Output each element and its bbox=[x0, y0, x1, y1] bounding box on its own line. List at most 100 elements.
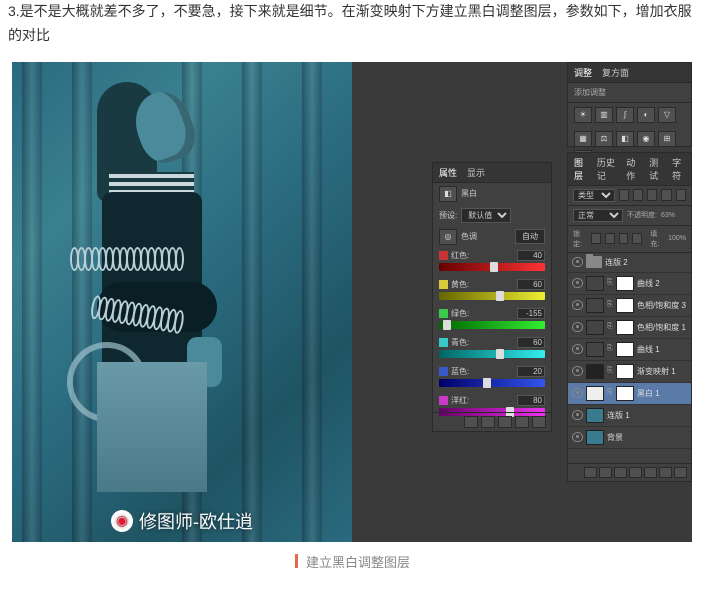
slider-track[interactable] bbox=[439, 263, 545, 271]
adjustments-panel-header[interactable]: 调整 复方面 bbox=[568, 63, 691, 83]
brightness-contrast-icon[interactable]: ☀ bbox=[574, 107, 592, 123]
slider-value-input[interactable]: 80 bbox=[517, 395, 545, 406]
layer-name-label[interactable]: 连版 1 bbox=[607, 410, 630, 421]
slider-value-input[interactable]: 60 bbox=[517, 337, 545, 348]
visibility-eye-icon[interactable] bbox=[572, 300, 583, 310]
delete-layer-icon[interactable] bbox=[674, 467, 687, 478]
delete-adjustment-icon[interactable] bbox=[532, 416, 546, 428]
levels-icon[interactable]: ▥ bbox=[595, 107, 613, 123]
visibility-eye-icon[interactable] bbox=[572, 278, 583, 288]
visibility-eye-icon[interactable] bbox=[572, 432, 583, 442]
vibrance-icon[interactable]: ▽ bbox=[658, 107, 676, 123]
layer-name-label[interactable]: 曲线 1 bbox=[637, 344, 660, 355]
layer-row[interactable]: ⎘色相/饱和度 3 bbox=[568, 295, 691, 317]
properties-tab2[interactable]: 显示 bbox=[467, 166, 485, 179]
blend-mode-select[interactable]: 正常 bbox=[573, 209, 623, 222]
opacity-value[interactable]: 63% bbox=[661, 212, 675, 219]
visibility-eye-icon[interactable] bbox=[572, 344, 583, 354]
adjustments-tab[interactable]: 调整 bbox=[574, 66, 592, 79]
adjustments-icons-row1: ☀ ▥ ∫ ◐ ▽ bbox=[568, 103, 691, 127]
filter-smart-icon[interactable] bbox=[676, 189, 686, 201]
visibility-eye-icon[interactable] bbox=[572, 257, 583, 267]
layer-name-label[interactable]: 渐变映射 1 bbox=[637, 366, 676, 377]
reset-icon[interactable] bbox=[498, 416, 512, 428]
character-tab[interactable]: 字符 bbox=[672, 156, 685, 182]
color-balance-icon[interactable]: ⚖ bbox=[595, 131, 613, 147]
view-previous-icon[interactable] bbox=[481, 416, 495, 428]
tint-target-icon[interactable]: ◎ bbox=[439, 229, 457, 245]
layer-name-label[interactable]: 黑白 1 bbox=[637, 388, 660, 399]
exposure-icon[interactable]: ◐ bbox=[637, 107, 655, 123]
fill-value[interactable]: 100% bbox=[668, 235, 686, 242]
slider-thumb[interactable] bbox=[490, 262, 498, 272]
layer-row[interactable]: ⎘渐变映射 1 bbox=[568, 361, 691, 383]
slider-value-input[interactable]: 40 bbox=[517, 250, 545, 261]
layer-name-label[interactable]: 连版 2 bbox=[605, 257, 628, 268]
slider-thumb[interactable] bbox=[496, 349, 504, 359]
toggle-visibility-icon[interactable] bbox=[515, 416, 529, 428]
filter-pixel-icon[interactable] bbox=[619, 189, 629, 201]
slider-thumb[interactable] bbox=[496, 291, 504, 301]
slider-value-input[interactable]: -155 bbox=[517, 308, 545, 319]
layer-row[interactable]: 连版 2 bbox=[568, 253, 691, 273]
layer-row[interactable]: 连版 1 bbox=[568, 405, 691, 427]
layer-list[interactable]: 连版 2 ⎘曲线 2⎘色相/饱和度 3⎘色相/饱和度 1⎘曲线 1⎘渐变映射 1⎘… bbox=[568, 253, 691, 449]
visibility-eye-icon[interactable] bbox=[572, 388, 583, 398]
workspace-gap bbox=[352, 62, 432, 542]
layer-style-icon[interactable] bbox=[599, 467, 612, 478]
filter-adj-icon[interactable] bbox=[633, 189, 643, 201]
photo-filter-icon[interactable]: ◉ bbox=[637, 131, 655, 147]
link-layers-icon[interactable] bbox=[584, 467, 597, 478]
adjustments-tab2[interactable]: 复方面 bbox=[602, 66, 629, 79]
channel-mixer-icon[interactable]: ⊞ bbox=[658, 131, 676, 147]
layer-row[interactable]: ⎘色相/饱和度 1 bbox=[568, 317, 691, 339]
layers-panel-header[interactable]: 图层 历史记 动作 测试 字符 bbox=[568, 153, 691, 186]
adjustment-thumb bbox=[586, 276, 604, 291]
lock-pixels-icon[interactable] bbox=[605, 233, 615, 244]
lock-all-icon[interactable] bbox=[632, 233, 642, 244]
filter-shape-icon[interactable] bbox=[661, 189, 671, 201]
slider-value-input[interactable]: 20 bbox=[517, 366, 545, 377]
visibility-eye-icon[interactable] bbox=[572, 366, 583, 376]
properties-panel-header[interactable]: 属性 显示 bbox=[433, 163, 551, 183]
new-fill-adj-icon[interactable] bbox=[629, 467, 642, 478]
new-group-icon[interactable] bbox=[644, 467, 657, 478]
measure-tab[interactable]: 测试 bbox=[649, 156, 662, 182]
layer-name-label[interactable]: 背景 bbox=[607, 432, 623, 443]
layer-mask-icon[interactable] bbox=[614, 467, 627, 478]
actions-tab[interactable]: 动作 bbox=[626, 156, 639, 182]
layer-row[interactable]: 背景 bbox=[568, 427, 691, 449]
visibility-eye-icon[interactable] bbox=[572, 410, 583, 420]
lock-position-icon[interactable] bbox=[619, 233, 629, 244]
layer-row[interactable]: ⎘曲线 2 bbox=[568, 273, 691, 295]
visibility-eye-icon[interactable] bbox=[572, 322, 583, 332]
curves-icon[interactable]: ∫ bbox=[616, 107, 634, 123]
properties-tab[interactable]: 属性 bbox=[439, 166, 457, 179]
clip-to-layer-icon[interactable] bbox=[464, 416, 478, 428]
slider-thumb[interactable] bbox=[443, 320, 451, 330]
history-tab[interactable]: 历史记 bbox=[597, 156, 616, 182]
preset-select[interactable]: 默认值 bbox=[461, 208, 511, 223]
filter-type-icon[interactable] bbox=[647, 189, 657, 201]
slider-track[interactable] bbox=[439, 379, 545, 387]
layer-name-label[interactable]: 色相/饱和度 1 bbox=[637, 322, 686, 333]
bw-icon[interactable]: ◧ bbox=[616, 131, 634, 147]
canvas-area[interactable]: ◉ 修图师-欧仕逍 bbox=[12, 62, 352, 542]
layers-tab[interactable]: 图层 bbox=[574, 156, 587, 182]
slider-track[interactable] bbox=[439, 292, 545, 300]
layer-row[interactable]: ⎘黑白 1 bbox=[568, 383, 691, 405]
layer-name-label[interactable]: 曲线 2 bbox=[637, 278, 660, 289]
lock-transparent-icon[interactable] bbox=[591, 233, 601, 244]
layer-row[interactable]: ⎘曲线 1 bbox=[568, 339, 691, 361]
layer-name-label[interactable]: 色相/饱和度 3 bbox=[637, 300, 686, 311]
bw-slider-1: 黄色:60 bbox=[433, 277, 551, 306]
slider-track[interactable] bbox=[439, 350, 545, 358]
auto-button[interactable]: 自动 bbox=[515, 229, 545, 244]
hue-sat-icon[interactable]: ▦ bbox=[574, 131, 592, 147]
layer-filter-kind[interactable]: 类型 bbox=[573, 189, 615, 202]
new-layer-icon[interactable] bbox=[659, 467, 672, 478]
slider-thumb[interactable] bbox=[483, 378, 491, 388]
slider-value-input[interactable]: 60 bbox=[517, 279, 545, 290]
slider-track[interactable] bbox=[439, 321, 545, 329]
adjustments-panel: 调整 复方面 添加调整 ☀ ▥ ∫ ◐ ▽ ▦ ⚖ ◧ ◉ ⊞ ▤ ◪ ▬ bbox=[567, 62, 692, 147]
